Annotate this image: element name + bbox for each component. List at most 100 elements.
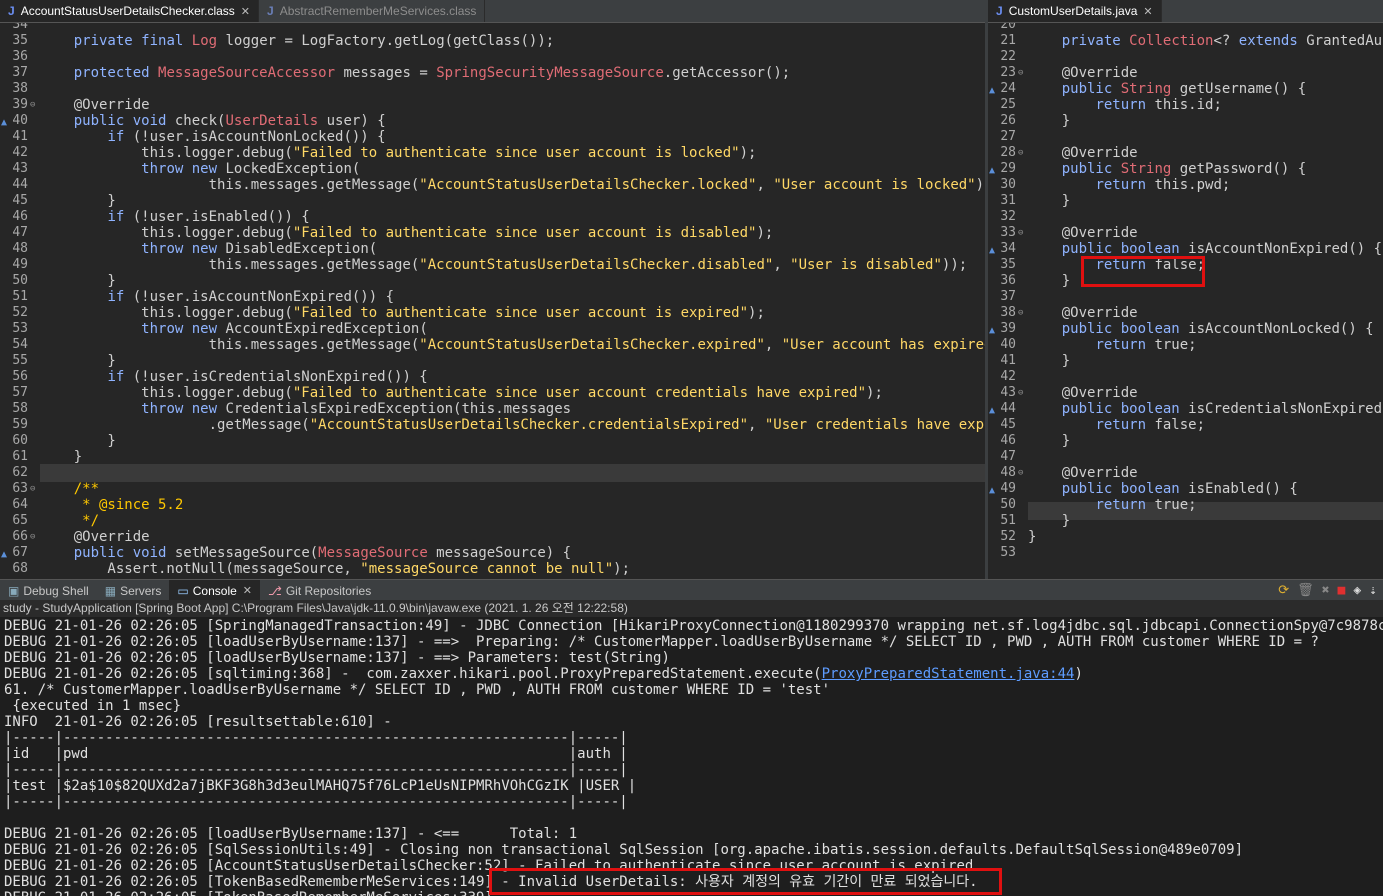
- console-line: DEBUG 21-01-26 02:26:05 [SqlSessionUtils…: [4, 842, 1244, 858]
- fold-toggle-icon[interactable]: ⊖: [1018, 385, 1023, 401]
- code-text: }: [40, 433, 116, 449]
- console-process-label: study - StudyApplication [Spring Boot Ap…: [0, 600, 1383, 617]
- fold-toggle-icon[interactable]: ⊖: [1018, 465, 1023, 481]
- line-number: 28: [1000, 145, 1016, 160]
- code-text: @Override: [1061, 225, 1138, 241]
- code-text: this.logger.debug("Failed to authenticat…: [40, 225, 774, 241]
- scroll-lock-icon[interactable]: ⇣: [1369, 583, 1377, 598]
- line-number: 45: [12, 193, 28, 208]
- java-file-icon: J: [996, 4, 1003, 18]
- console-line: DEBUG 21-01-26 02:26:05 [TokenBasedRemem…: [4, 890, 543, 896]
- code-text: this.logger.debug("Failed to authenticat…: [40, 305, 765, 321]
- debug-shell-icon: ▣: [8, 583, 20, 598]
- line-number: 58: [12, 401, 28, 416]
- line-number: 55: [12, 353, 28, 368]
- code-text: this.messages.getMessage("AccountStatusU…: [40, 337, 985, 353]
- trash-icon[interactable]: 🗑: [1297, 583, 1314, 598]
- line-number: 50: [1000, 497, 1016, 512]
- tab-account-status-checker[interactable]: J AccountStatusUserDetailsChecker.class …: [0, 0, 259, 22]
- fold-toggle-icon[interactable]: ⊖: [30, 97, 35, 113]
- code-text: if (!user.isAccountNonExpired()) {: [107, 289, 395, 305]
- close-icon[interactable]: ✕: [243, 584, 252, 597]
- code-text: throw new LockedException(: [141, 161, 361, 177]
- fold-toggle-icon[interactable]: ⊖: [1018, 65, 1023, 81]
- code-text: @Override: [1061, 65, 1138, 81]
- console-line: DEBUG 21-01-26 02:26:05 [sqltiming:368] …: [4, 666, 1083, 682]
- line-number: 48: [1000, 465, 1016, 480]
- code-text: return true;: [1095, 337, 1197, 353]
- git-icon: ⎇: [268, 583, 282, 598]
- code-text: public boolean isEnabled() {: [1061, 481, 1298, 497]
- stack-link[interactable]: ProxyPreparedStatement.java:44: [822, 666, 1075, 682]
- line-number: 43: [1000, 385, 1016, 400]
- code-text: }: [40, 193, 116, 209]
- clear-console-icon[interactable]: ◈: [1353, 583, 1361, 598]
- code-text: }: [1028, 193, 1071, 209]
- tab-label: AbstractRememberMeServices.class: [279, 4, 477, 18]
- line-number: 43: [12, 161, 28, 176]
- console-line: DEBUG 21-01-26 02:26:05 [loadUserByUsern…: [4, 650, 670, 666]
- line-number: 42: [12, 145, 28, 160]
- line-number: 27: [1000, 129, 1016, 144]
- tab-console[interactable]: ▭ Console ✕: [169, 580, 261, 601]
- code-text: public boolean isAccountNonExpired() {: [1061, 241, 1383, 257]
- close-icon[interactable]: ✕: [1143, 5, 1152, 18]
- fold-toggle-icon[interactable]: ⊖: [1018, 305, 1023, 321]
- left-code-editor[interactable]: 34 35 private final Log logger = LogFacto…: [0, 23, 985, 579]
- java-class-icon: J: [8, 4, 15, 18]
- line-number: 20: [1000, 23, 1016, 32]
- line-number: 44: [12, 177, 28, 192]
- fold-toggle-icon[interactable]: ⊖: [1018, 225, 1023, 241]
- remove-all-icon[interactable]: ✖: [1322, 583, 1330, 598]
- code-text: protected MessageSourceAccessor messages…: [73, 65, 791, 81]
- code-text: public void check(UserDetails user) {: [73, 113, 386, 129]
- line-number: 41: [12, 129, 28, 144]
- refresh-icon[interactable]: ⟳: [1278, 583, 1289, 598]
- code-text: Assert.notNull(messageSource, "messageSo…: [40, 561, 631, 577]
- line-number: 22: [1000, 49, 1016, 64]
- console-toolbar: ⟳ 🗑 ✖ ■ ◈ ⇣: [1278, 583, 1377, 598]
- line-number: 37: [1000, 289, 1016, 304]
- line-number: 63: [12, 481, 28, 496]
- current-line-highlight: [40, 464, 985, 482]
- left-editor-tabbar: J AccountStatusUserDetailsChecker.class …: [0, 0, 985, 23]
- console-tabbar: ▣ Debug Shell ▦ Servers ▭ Console ✕ ⎇ Git Rep…: [0, 579, 1383, 601]
- console-line: |test |$2a$10$82QUXd2a7jBKF3G8h3d3eulMAH…: [4, 778, 637, 794]
- tab-git-repositories[interactable]: ⎇ Git Repositories: [260, 580, 379, 601]
- line-number: 21: [1000, 33, 1016, 48]
- line-number: 51: [1000, 513, 1016, 528]
- tab-label: CustomUserDetails.java: [1008, 4, 1138, 18]
- code-text: }: [1028, 113, 1071, 129]
- terminate-icon[interactable]: ■: [1338, 583, 1346, 598]
- tab-abstract-remember-me[interactable]: J AbstractRememberMeServices.class: [259, 0, 486, 22]
- tab-debug-shell[interactable]: ▣ Debug Shell: [0, 580, 97, 601]
- tab-servers[interactable]: ▦ Servers: [97, 580, 170, 601]
- line-number: 45: [1000, 417, 1016, 432]
- console-output[interactable]: DEBUG 21-01-26 02:26:05 [SpringManagedTr…: [0, 617, 1383, 896]
- right-code-editor[interactable]: 20 21 private Collection<? extends Grante…: [988, 23, 1383, 579]
- code-text: * @since 5.2: [40, 497, 184, 513]
- line-number: 47: [12, 225, 28, 240]
- line-number: 60: [12, 433, 28, 448]
- line-number: 46: [1000, 433, 1016, 448]
- fold-toggle-icon[interactable]: ⊖: [30, 529, 35, 545]
- servers-icon: ▦: [104, 583, 117, 598]
- fold-toggle-icon[interactable]: ⊖: [30, 481, 35, 497]
- code-text: public void setMessageSource(MessageSour…: [73, 545, 572, 561]
- code-text: }: [40, 273, 116, 289]
- tab-custom-user-details[interactable]: J CustomUserDetails.java ✕: [988, 0, 1162, 22]
- line-number: 46: [12, 209, 28, 224]
- line-number: 52: [1000, 529, 1016, 544]
- line-number: 53: [12, 321, 28, 336]
- close-icon[interactable]: ✕: [241, 5, 250, 18]
- line-number: 35: [1000, 257, 1016, 272]
- highlight-box-invalid-userdetails: [489, 868, 1002, 895]
- line-number: 34: [12, 23, 28, 32]
- code-text: @Override: [1061, 145, 1138, 161]
- code-text: }: [1028, 513, 1071, 529]
- code-text: public boolean isCredentialsNonExpired()…: [1061, 401, 1383, 417]
- code-text: private Collection<? extends GrantedAuth…: [1061, 33, 1383, 49]
- code-text: @Override: [73, 97, 150, 113]
- fold-toggle-icon[interactable]: ⊖: [1018, 145, 1023, 161]
- code-text: throw new AccountExpiredException(: [141, 321, 428, 337]
